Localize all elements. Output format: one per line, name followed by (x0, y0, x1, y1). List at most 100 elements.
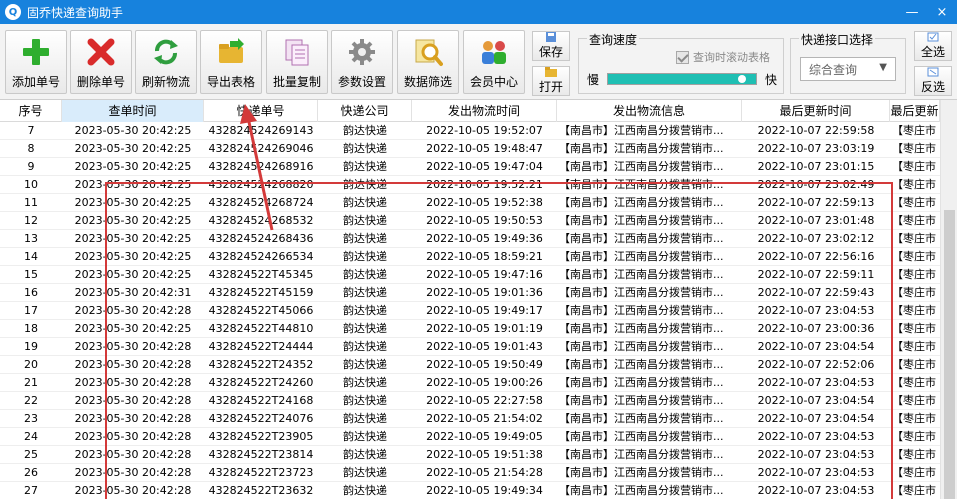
table-row[interactable]: 24 2023-05-30 20:42:28 432824522T23905 韵达快递… (0, 428, 940, 446)
save-button[interactable]: 保存 (532, 31, 570, 61)
cell-col-tracking-number: 432824522T23632 (208, 484, 314, 497)
cell-col-update-time: 2022-10-07 22:59:11 (757, 268, 875, 281)
cell-col-courier: 韵达快递 (343, 430, 387, 443)
scrollbar-thumb[interactable] (944, 210, 955, 499)
table-row[interactable]: 13 2023-05-30 20:42:25 432824524268436 韵达快递… (0, 230, 940, 248)
cell-col-query-time: 2023-05-30 20:42:28 (74, 484, 192, 497)
select-all-button[interactable]: 全选 (914, 31, 952, 61)
add-number-button[interactable]: 添加单号 (5, 30, 67, 94)
cell-col-update-time: 2022-10-07 23:04:54 (757, 340, 875, 353)
api-select[interactable]: 综合查询 ▼ (800, 57, 896, 81)
table-row[interactable]: 12 2023-05-30 20:42:25 432824524268532 韵达快递… (0, 212, 940, 230)
table-row[interactable]: 25 2023-05-30 20:42:28 432824522T23814 韵达快递… (0, 446, 940, 464)
cell-col-ship-info: 【南昌市】江西南昌分拨营销市... (559, 214, 724, 227)
table-row[interactable]: 20 2023-05-30 20:42:28 432824522T24352 韵达快递… (0, 356, 940, 374)
table-row[interactable]: 19 2023-05-30 20:42:28 432824522T24444 韵达快递… (0, 338, 940, 356)
data-filter-button[interactable]: 数据筛选 (397, 30, 459, 94)
cell-col-update-info: 【枣庄市 (892, 430, 936, 443)
header-col-index[interactable]: 序号 (0, 100, 62, 122)
header-col-ship-info[interactable]: 发出物流信息 (557, 100, 742, 122)
app-logo-icon: Q (5, 4, 21, 20)
table-row[interactable]: 26 2023-05-30 20:42:28 432824522T23723 韵达快递… (0, 464, 940, 482)
header-col-update-time[interactable]: 最后更新时间 (742, 100, 890, 122)
cell-col-courier: 韵达快递 (343, 124, 387, 137)
save-label: 保存 (538, 45, 563, 59)
cell-col-tracking-number: 432824522T45345 (208, 268, 314, 281)
cell-col-tracking-number: 432824522T23905 (208, 430, 314, 443)
cell-col-ship-time: 2022-10-05 19:52:07 (426, 124, 543, 137)
cell-col-courier: 韵达快递 (343, 466, 387, 479)
cell-col-tracking-number: 432824522T23814 (208, 448, 314, 461)
minimize-button[interactable]: — (897, 0, 927, 24)
window-title: 固乔快递查询助手 (27, 5, 124, 20)
settings-button[interactable]: 参数设置 (331, 30, 393, 94)
cell-col-update-info: 【枣庄市 (892, 124, 936, 137)
cell-col-courier: 韵达快递 (343, 268, 387, 281)
cell-col-courier: 韵达快递 (343, 448, 387, 461)
speed-slider[interactable] (607, 73, 757, 85)
api-select-title: 快递接口选择 (799, 31, 876, 48)
export-table-button[interactable]: 导出表格 (200, 30, 262, 94)
table-row[interactable]: 21 2023-05-30 20:42:28 432824522T24260 韵达快递… (0, 374, 940, 392)
gear-icon (345, 35, 379, 69)
member-center-button[interactable]: 会员中心 (463, 30, 525, 94)
slider-thumb[interactable] (738, 75, 746, 83)
delete-number-button[interactable]: 删除单号 (70, 30, 132, 94)
select-all-icon (927, 32, 939, 42)
cell-col-index: 22 (24, 394, 38, 407)
header-col-query-time[interactable]: 查单时间 (62, 100, 204, 122)
vertical-scrollbar[interactable] (940, 100, 957, 499)
header-col-tracking-number[interactable]: 快递单号 (204, 100, 318, 122)
table-row[interactable]: 18 2023-05-30 20:42:25 432824522T44810 韵达快递… (0, 320, 940, 338)
table-row[interactable]: 14 2023-05-30 20:42:25 432824524266534 韵达快递… (0, 248, 940, 266)
cell-col-ship-time: 2022-10-05 19:49:05 (426, 430, 543, 443)
cell-col-update-info: 【枣庄市 (892, 268, 936, 281)
batch-copy-button[interactable]: 批量复制 (266, 30, 328, 94)
header-col-ship-time[interactable]: 发出物流时间 (412, 100, 557, 122)
cell-col-ship-time: 2022-10-05 19:00:26 (426, 376, 543, 389)
table-row[interactable]: 11 2023-05-30 20:42:25 432824524268724 韵达快递… (0, 194, 940, 212)
open-button[interactable]: 打开 (532, 66, 570, 96)
cell-col-update-time: 2022-10-07 22:52:06 (757, 358, 875, 371)
settings-label: 参数设置 (337, 75, 386, 89)
table-row[interactable]: 16 2023-05-30 20:42:31 432824522T45159 韵达快递… (0, 284, 940, 302)
table-row[interactable]: 27 2023-05-30 20:42:28 432824522T23632 韵达快递… (0, 482, 940, 499)
cell-col-update-info: 【枣庄市 (892, 286, 936, 299)
cell-col-ship-time: 2022-10-05 21:54:28 (426, 466, 543, 479)
cell-col-index: 25 (24, 448, 38, 461)
cell-col-index: 8 (27, 142, 35, 155)
table-row[interactable]: 22 2023-05-30 20:42:28 432824522T24168 韵达快递… (0, 392, 940, 410)
cell-col-query-time: 2023-05-30 20:42:31 (74, 286, 192, 299)
cell-col-ship-time: 2022-10-05 19:50:53 (426, 214, 543, 227)
table-row[interactable]: 9 2023-05-30 20:42:25 432824524268916 韵达快递 2… (0, 158, 940, 176)
cell-col-query-time: 2023-05-30 20:42:25 (74, 196, 192, 209)
header-col-courier[interactable]: 快递公司 (318, 100, 412, 122)
header-col-update-info[interactable]: 最后更新 (890, 100, 940, 122)
cell-col-update-info: 【枣庄市 (892, 304, 936, 317)
refresh-logistics-button[interactable]: 刷新物流 (135, 30, 197, 94)
cell-col-update-time: 2022-10-07 23:02:12 (757, 232, 875, 245)
close-button[interactable]: × (927, 0, 957, 24)
cell-col-update-info: 【枣庄市 (892, 322, 936, 335)
cell-col-tracking-number: 432824522T24168 (208, 394, 314, 407)
open-folder-icon (545, 67, 557, 77)
table-row[interactable]: 7 2023-05-30 20:42:25 432824524269143 韵达快递 2… (0, 122, 940, 140)
cell-col-update-time: 2022-10-07 23:04:53 (757, 430, 875, 443)
cell-col-tracking-number: 432824524268724 (208, 196, 314, 209)
cell-col-tracking-number: 432824524268532 (208, 214, 314, 227)
table-row[interactable]: 23 2023-05-30 20:42:28 432824522T24076 韵达快递… (0, 410, 940, 428)
api-select-group: 快递接口选择 综合查询 ▼ (790, 31, 906, 94)
cell-col-index: 10 (24, 178, 38, 191)
cell-col-query-time: 2023-05-30 20:42:25 (74, 268, 192, 281)
cell-col-update-time: 2022-10-07 23:04:53 (757, 304, 875, 317)
scroll-table-checkbox[interactable]: 查询时滚动表格 (676, 49, 770, 65)
table-row[interactable]: 17 2023-05-30 20:42:28 432824522T45066 韵达快递… (0, 302, 940, 320)
table-row[interactable]: 10 2023-05-30 20:42:25 432824524268820 韵达快递… (0, 176, 940, 194)
cell-col-query-time: 2023-05-30 20:42:28 (74, 304, 192, 317)
cell-col-ship-info: 【南昌市】江西南昌分拨营销市... (559, 412, 724, 425)
table-row[interactable]: 8 2023-05-30 20:42:25 432824524269046 韵达快递 2… (0, 140, 940, 158)
invert-selection-button[interactable]: 反选 (914, 66, 952, 96)
cell-col-query-time: 2023-05-30 20:42:28 (74, 376, 192, 389)
cell-col-query-time: 2023-05-30 20:42:25 (74, 124, 192, 137)
table-row[interactable]: 15 2023-05-30 20:42:25 432824522T45345 韵达快递… (0, 266, 940, 284)
